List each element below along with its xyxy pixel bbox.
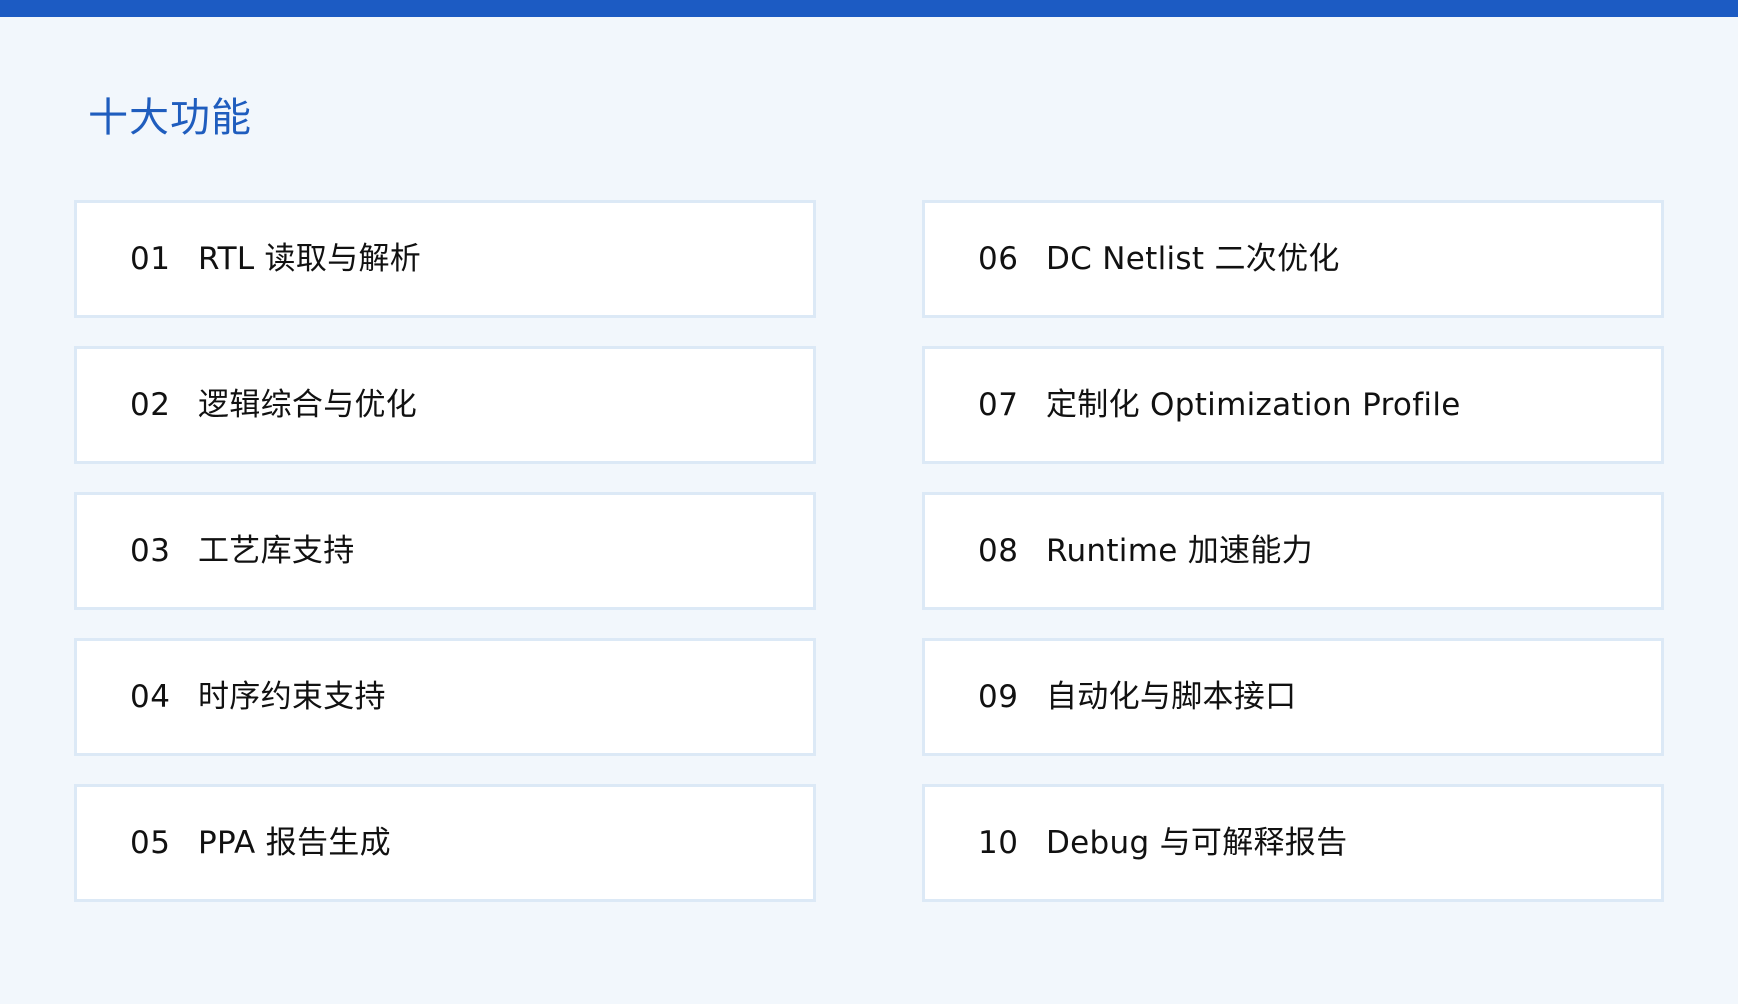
feature-label: 自动化与脚本接口 bbox=[1046, 678, 1297, 715]
feature-card-09: 09 自动化与脚本接口 bbox=[922, 638, 1664, 756]
feature-label: 工艺库支持 bbox=[198, 532, 355, 569]
feature-label: Runtime 加速能力 bbox=[1046, 532, 1313, 569]
feature-number: 10 bbox=[978, 824, 1019, 861]
feature-label: 定制化 Optimization Profile bbox=[1046, 386, 1461, 423]
feature-card-07: 07 定制化 Optimization Profile bbox=[922, 346, 1664, 464]
feature-number: 09 bbox=[978, 678, 1019, 715]
feature-label: RTL 读取与解析 bbox=[198, 240, 422, 277]
feature-card-01: 01 RTL 读取与解析 bbox=[74, 200, 816, 318]
feature-card-03: 03 工艺库支持 bbox=[74, 492, 816, 610]
feature-number: 06 bbox=[978, 240, 1019, 277]
feature-number: 02 bbox=[130, 386, 171, 423]
feature-card-05: 05 PPA 报告生成 bbox=[74, 784, 816, 902]
feature-number: 08 bbox=[978, 532, 1019, 569]
feature-grid: 01 RTL 读取与解析 06 DC Netlist 二次优化 02 逻辑综合与… bbox=[74, 200, 1664, 902]
feature-label: 逻辑综合与优化 bbox=[198, 386, 418, 423]
feature-number: 07 bbox=[978, 386, 1019, 423]
feature-label: Debug 与可解释报告 bbox=[1046, 824, 1348, 861]
feature-card-06: 06 DC Netlist 二次优化 bbox=[922, 200, 1664, 318]
feature-card-04: 04 时序约束支持 bbox=[74, 638, 816, 756]
feature-label: PPA 报告生成 bbox=[198, 824, 391, 861]
feature-number: 03 bbox=[130, 532, 171, 569]
feature-label: DC Netlist 二次优化 bbox=[1046, 240, 1340, 277]
feature-label: 时序约束支持 bbox=[198, 678, 386, 715]
feature-card-10: 10 Debug 与可解释报告 bbox=[922, 784, 1664, 902]
feature-number: 01 bbox=[130, 240, 171, 277]
feature-card-02: 02 逻辑综合与优化 bbox=[74, 346, 816, 464]
top-accent-bar bbox=[0, 0, 1738, 17]
page-title: 十大功能 bbox=[88, 95, 252, 141]
feature-number: 05 bbox=[130, 824, 171, 861]
feature-card-08: 08 Runtime 加速能力 bbox=[922, 492, 1664, 610]
feature-number: 04 bbox=[130, 678, 171, 715]
